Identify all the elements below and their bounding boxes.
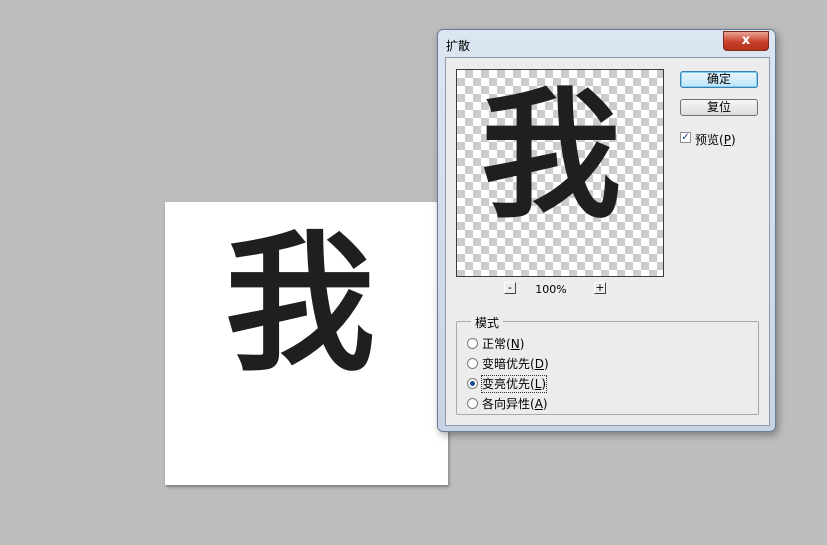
preview-checkbox-label: 预览(P) — [695, 133, 736, 147]
dialog-title: 扩散 — [446, 39, 471, 53]
mode-option-label: 变暗优先(D) — [482, 357, 549, 371]
close-button[interactable]: x — [723, 31, 769, 51]
preview-checkbox[interactable]: ✓ — [680, 132, 691, 143]
close-icon: x — [741, 33, 751, 48]
zoom-level: 100% — [535, 283, 567, 296]
ok-button[interactable]: 确定 — [680, 71, 758, 88]
mode-option-label: 正常(N) — [482, 337, 525, 351]
diffuse-dialog: 扩散 x 我 - 100% + 确定 复位 ✓ 预览(P) 模式 正常(N) 变… — [437, 29, 776, 432]
dialog-titlebar[interactable]: 扩散 x — [438, 30, 775, 56]
dialog-client: 我 - 100% + 确定 复位 ✓ 预览(P) 模式 正常(N) 变暗优先(D… — [445, 57, 770, 426]
mode-legend: 模式 — [471, 314, 504, 331]
document-canvas[interactable]: 我 — [165, 202, 448, 485]
mode-radio-darken-only[interactable] — [467, 358, 478, 369]
zoom-in-button[interactable]: + — [594, 282, 606, 294]
mode-group: 模式 正常(N) 变暗优先(D) 变亮优先(L) 各向异性(A) — [456, 314, 759, 415]
preview-character: 我 — [481, 75, 622, 238]
reset-button[interactable]: 复位 — [680, 99, 758, 116]
mode-radio-lighten-only[interactable] — [467, 378, 478, 389]
canvas-character: 我 — [225, 218, 376, 392]
mode-radio-anisotropic[interactable] — [467, 398, 478, 409]
preview-pane[interactable]: 我 — [456, 69, 664, 277]
mode-option-label: 变亮优先(L) — [480, 375, 548, 393]
zoom-out-button[interactable]: - — [504, 282, 516, 294]
zoom-controls: - 100% + — [504, 282, 614, 298]
mode-option-label: 各向异性(A) — [482, 397, 548, 411]
mode-radio-normal[interactable] — [467, 338, 478, 349]
